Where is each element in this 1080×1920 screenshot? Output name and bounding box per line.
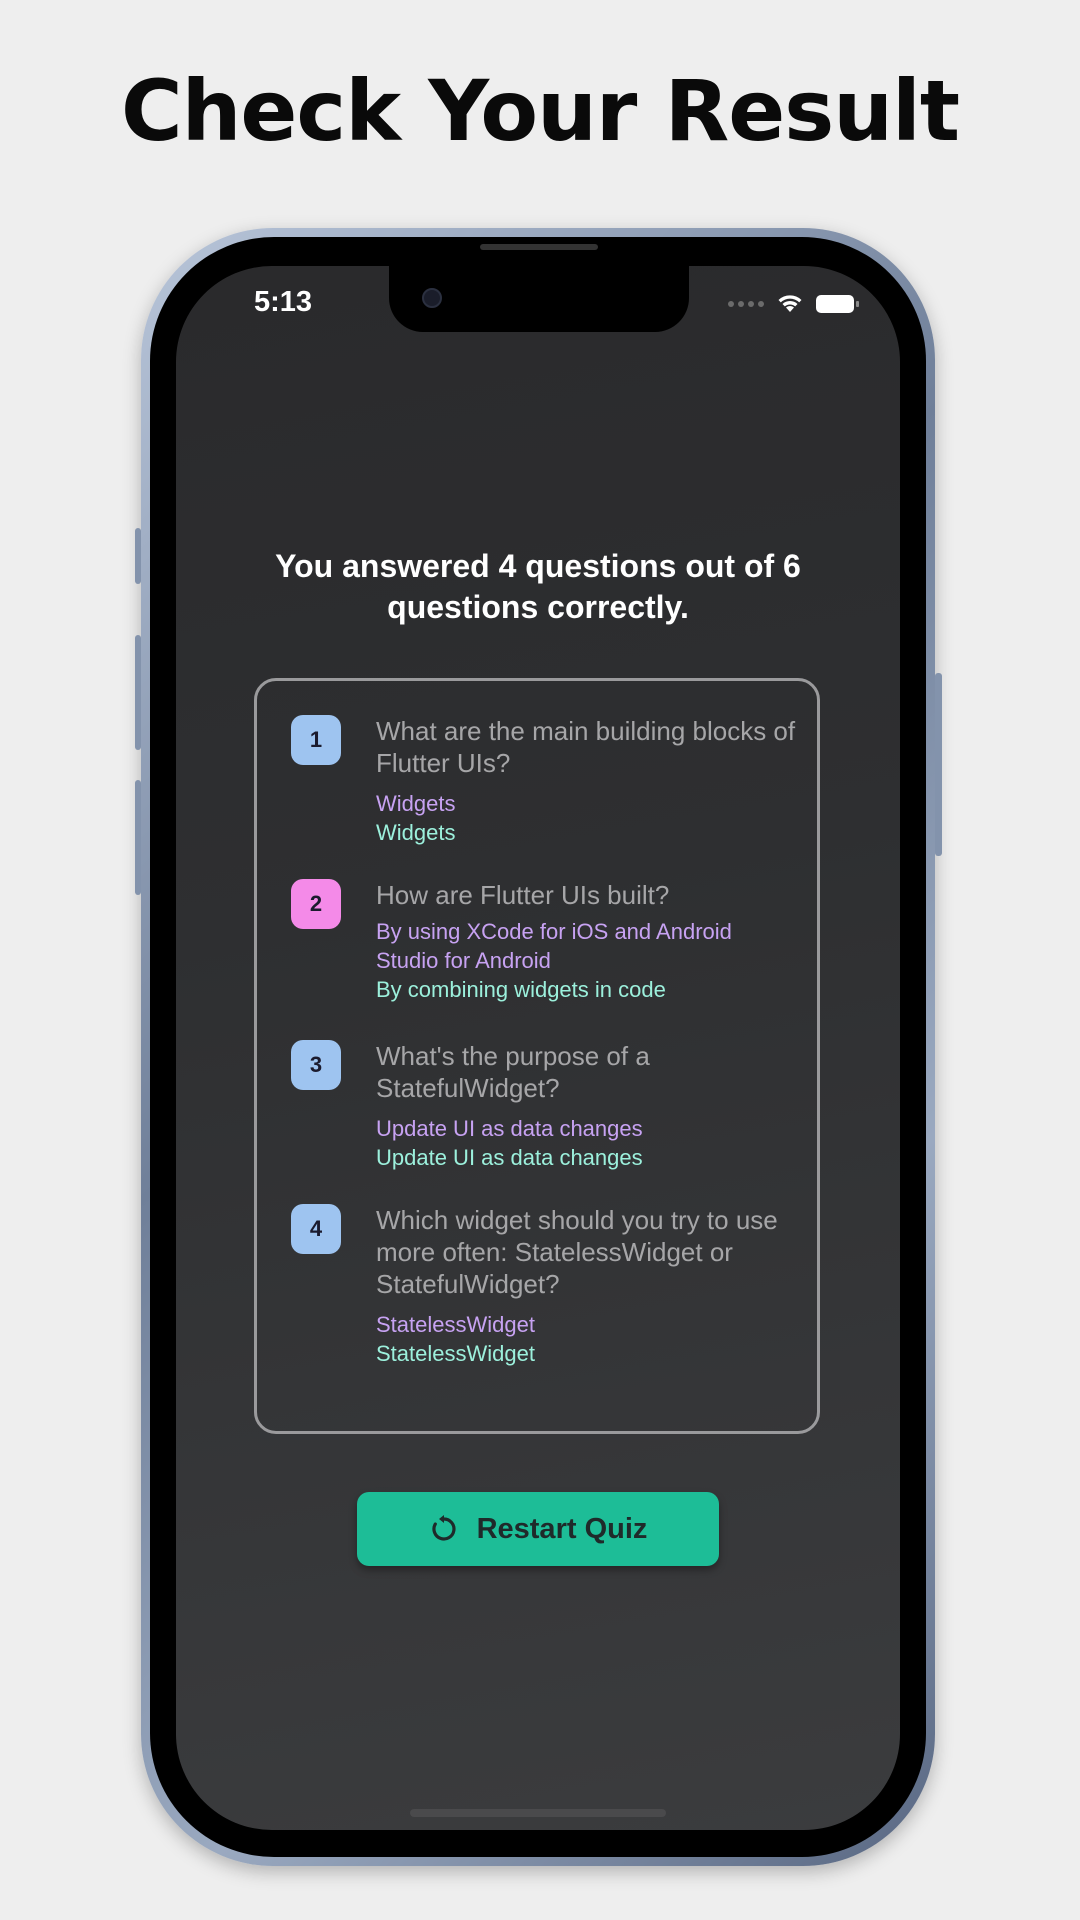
correct-answer: StatelessWidget xyxy=(376,1341,535,1366)
battery-icon xyxy=(816,295,859,313)
app-screen: 5:13 You answered 4 questions out of 6 q… xyxy=(176,266,900,1830)
question-text: What's the purpose of a StatefulWidget? xyxy=(376,1041,650,1103)
user-answer: By using XCode for iOS and Android Studi… xyxy=(376,919,732,973)
power-button xyxy=(935,673,942,856)
volume-up-button xyxy=(135,635,141,750)
status-time: 5:13 xyxy=(254,286,313,318)
user-answer: Widgets xyxy=(376,791,456,816)
volume-down-button xyxy=(135,780,141,895)
restart-icon xyxy=(431,1515,456,1541)
question-index-badge: 4 xyxy=(291,1204,341,1254)
restart-quiz-button[interactable]: Restart Quiz xyxy=(357,1492,719,1566)
speaker-grille xyxy=(480,244,598,250)
question-text: Which widget should you try to use more … xyxy=(376,1205,778,1299)
cellular-dots-icon xyxy=(728,301,764,307)
headline: Check Your Result xyxy=(120,62,960,160)
correct-answer: Update UI as data changes xyxy=(376,1145,643,1170)
question-index-badge: 2 xyxy=(291,879,341,929)
question-text: How are Flutter UIs built? xyxy=(376,880,670,910)
camera-icon xyxy=(422,288,442,308)
wifi-icon xyxy=(778,295,802,312)
user-answer: Update UI as data changes xyxy=(376,1116,643,1141)
home-indicator[interactable] xyxy=(410,1809,666,1817)
status-icons xyxy=(728,294,859,314)
question-index-badge: 1 xyxy=(291,715,341,765)
mute-switch xyxy=(135,528,141,584)
restart-quiz-label: Restart Quiz xyxy=(476,1512,648,1545)
correct-answer: Widgets xyxy=(376,820,456,845)
notch xyxy=(389,266,689,332)
question-text: What are the main building blocks of Flu… xyxy=(376,716,796,778)
result-summary: You answered 4 questions out of 6 questi… xyxy=(275,548,801,625)
correct-answer: By combining widgets in code xyxy=(376,977,666,1002)
results-summary-list[interactable]: 1 What are the main building blocks of F… xyxy=(254,678,820,1434)
question-index-badge: 3 xyxy=(291,1040,341,1090)
user-answer: StatelessWidget xyxy=(376,1312,535,1337)
